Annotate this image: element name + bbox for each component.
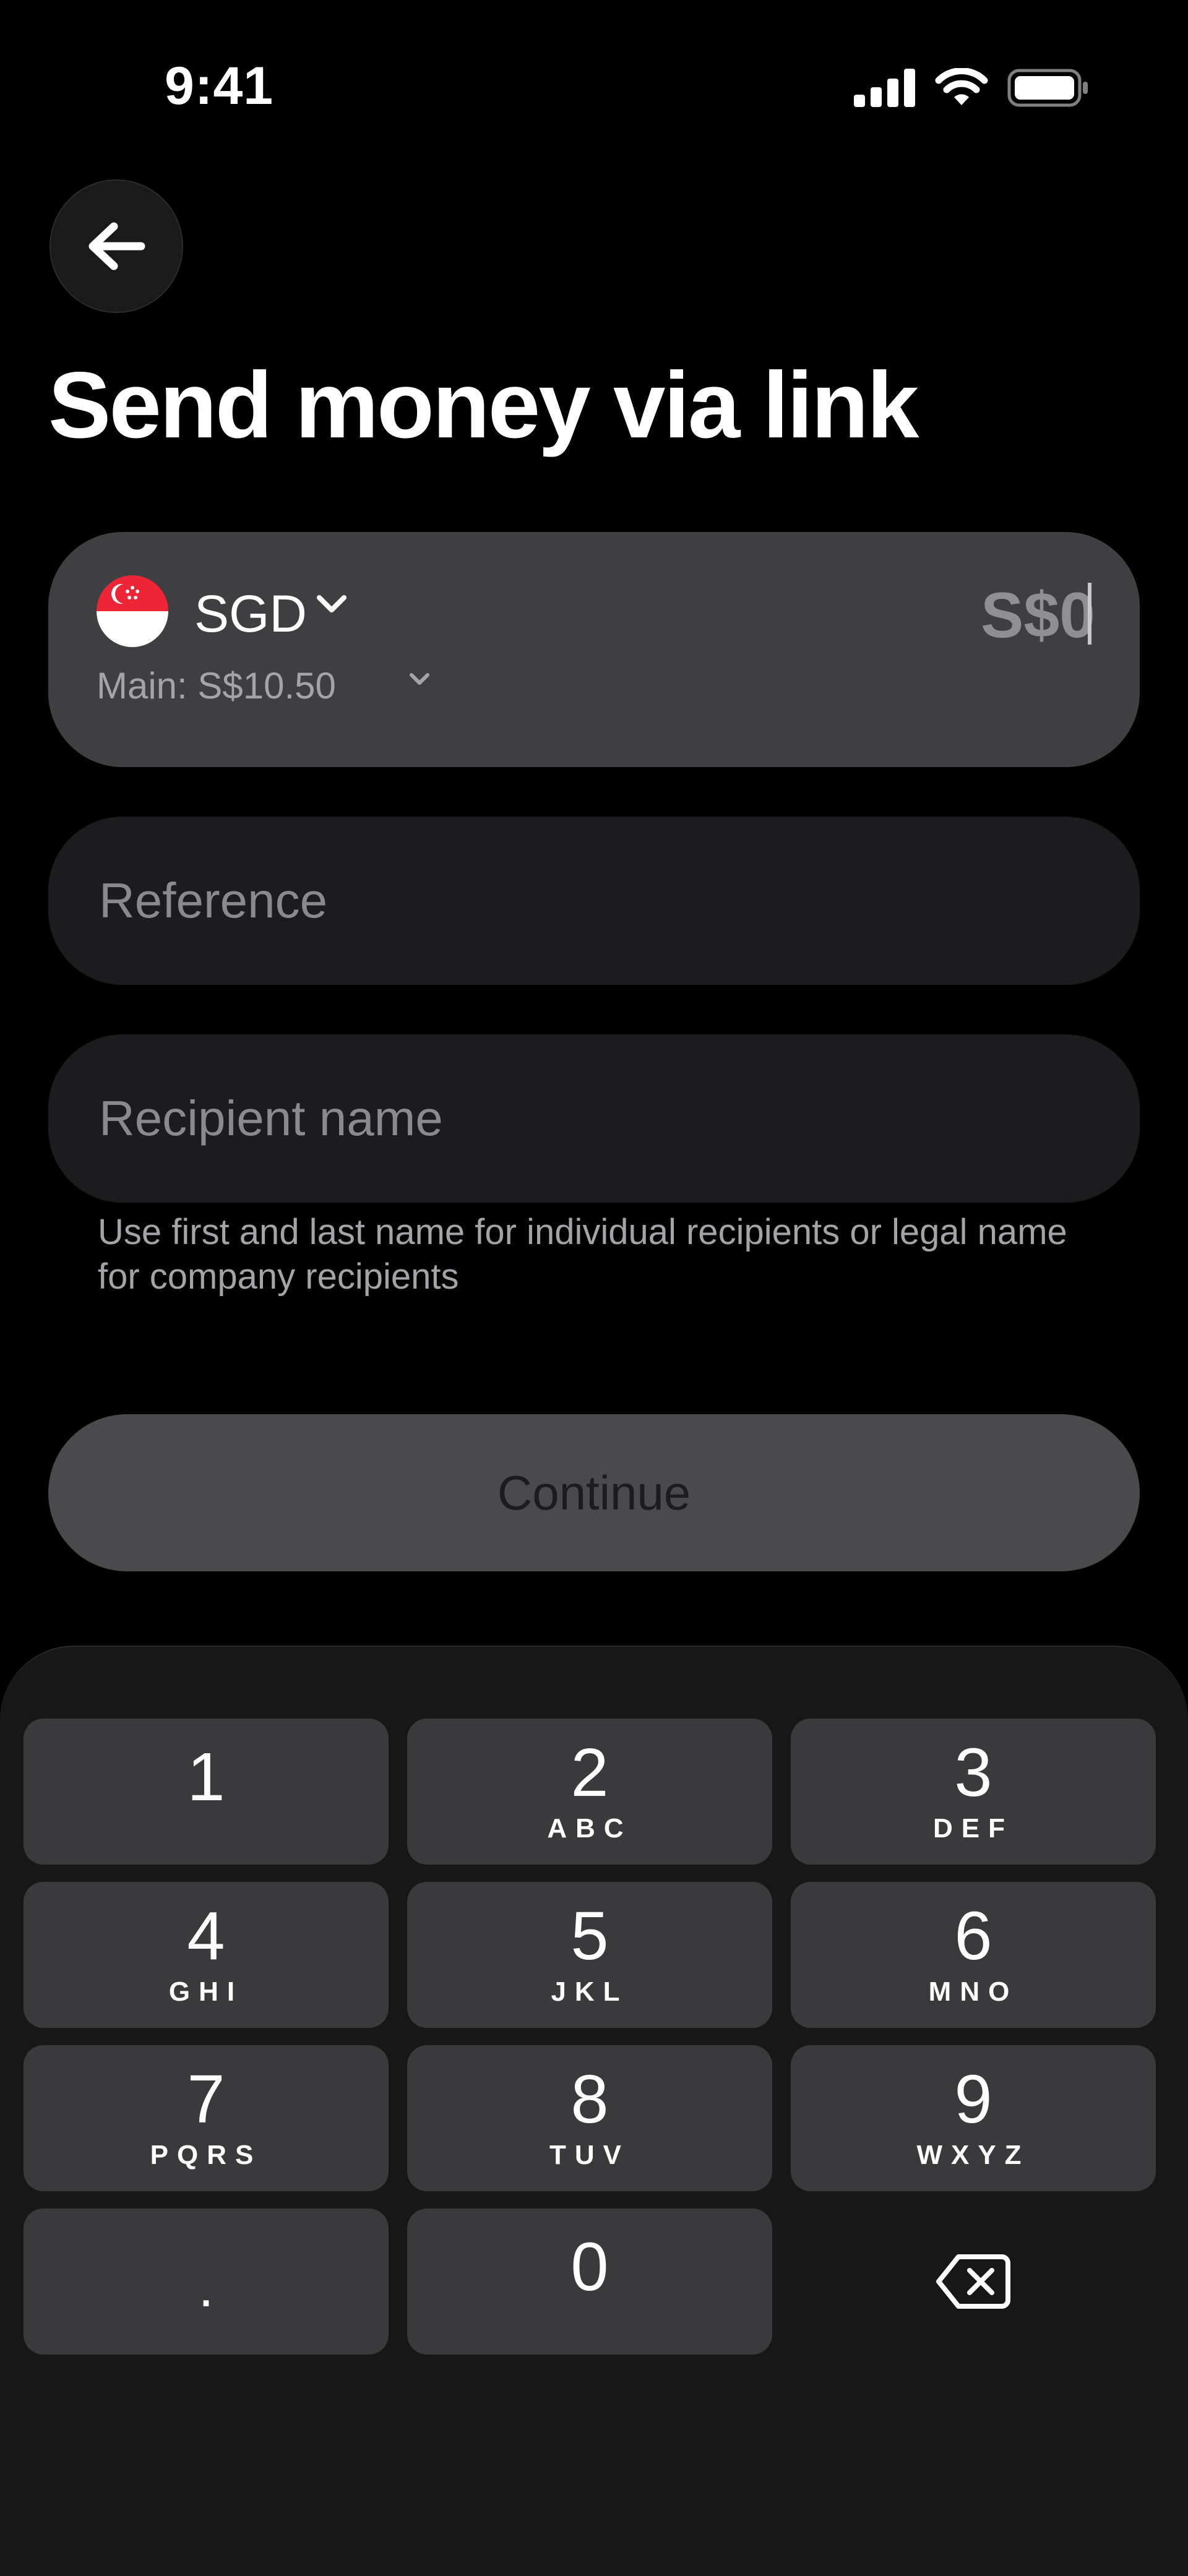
- key-number: 6: [954, 1898, 992, 1974]
- battery-icon: [1007, 69, 1088, 107]
- key-number: .: [198, 2257, 214, 2319]
- recipient-name-field[interactable]: [48, 1034, 1140, 1203]
- reference-field[interactable]: [48, 817, 1140, 985]
- recipient-name-hint: Use first and last name for individual r…: [98, 1212, 1067, 1297]
- key-number: 2: [570, 1735, 609, 1811]
- chevron-down-icon[interactable]: [316, 594, 348, 615]
- backspace-icon: [936, 2254, 1010, 2309]
- key-8[interactable]: 8 TUV: [407, 2045, 772, 2191]
- status-icons: [854, 68, 1089, 108]
- key-number: 1: [187, 1739, 225, 1815]
- amount-card[interactable]: SGD S$0 Main: S$10.50: [48, 532, 1140, 767]
- key-number: 3: [954, 1735, 992, 1811]
- key-5[interactable]: 5 JKL: [407, 1882, 772, 2028]
- key-decimal[interactable]: .: [24, 2209, 389, 2355]
- amount-input[interactable]: S$0: [981, 579, 1095, 653]
- key-0[interactable]: 0: [407, 2209, 772, 2355]
- currency-selector[interactable]: SGD: [194, 584, 307, 644]
- key-3[interactable]: 3 DEF: [791, 1719, 1156, 1865]
- key-letters: MNO: [928, 1977, 1018, 2007]
- text-cursor: [1088, 583, 1091, 645]
- numeric-keypad: 1 2 ABC 3 DEF 4 GHI 5 JKL 6 MNO 7 PQRS 8…: [0, 1646, 1188, 2576]
- key-letters: TUV: [549, 2140, 630, 2170]
- source-balance[interactable]: Main: S$10.50: [97, 664, 336, 707]
- page-title: Send money via link: [48, 353, 919, 458]
- key-2[interactable]: 2 ABC: [407, 1719, 772, 1865]
- key-letters: WXYZ: [916, 2140, 1030, 2170]
- key-6[interactable]: 6 MNO: [791, 1882, 1156, 2028]
- key-letters: PQRS: [150, 2140, 262, 2170]
- singapore-flag-icon: [97, 575, 168, 647]
- key-number: 8: [570, 2061, 609, 2137]
- key-7[interactable]: 7 PQRS: [24, 2045, 389, 2191]
- cellular-signal-icon: [854, 69, 915, 107]
- recipient-name-input[interactable]: [98, 1089, 1090, 1148]
- key-letters: JKL: [551, 1977, 629, 2007]
- key-4[interactable]: 4 GHI: [24, 1882, 389, 2028]
- continue-button[interactable]: Continue: [48, 1414, 1140, 1571]
- key-number: 0: [570, 2229, 609, 2305]
- key-number: 4: [187, 1898, 225, 1974]
- chevron-down-icon[interactable]: [408, 672, 431, 687]
- arrow-left-icon: [88, 222, 145, 270]
- status-time: 9:41: [165, 56, 274, 116]
- key-number: 7: [187, 2061, 225, 2137]
- reference-input[interactable]: [98, 872, 1090, 930]
- key-number: 5: [570, 1898, 609, 1974]
- key-letters: ABC: [547, 1813, 632, 1844]
- key-letters: DEF: [933, 1813, 1014, 1844]
- key-1[interactable]: 1: [24, 1719, 389, 1865]
- key-9[interactable]: 9 WXYZ: [791, 2045, 1156, 2191]
- key-number: 9: [954, 2061, 992, 2137]
- backspace-key[interactable]: [791, 2209, 1156, 2355]
- wifi-icon: [935, 68, 988, 105]
- key-letters: GHI: [168, 1977, 244, 2007]
- back-button[interactable]: [50, 179, 183, 313]
